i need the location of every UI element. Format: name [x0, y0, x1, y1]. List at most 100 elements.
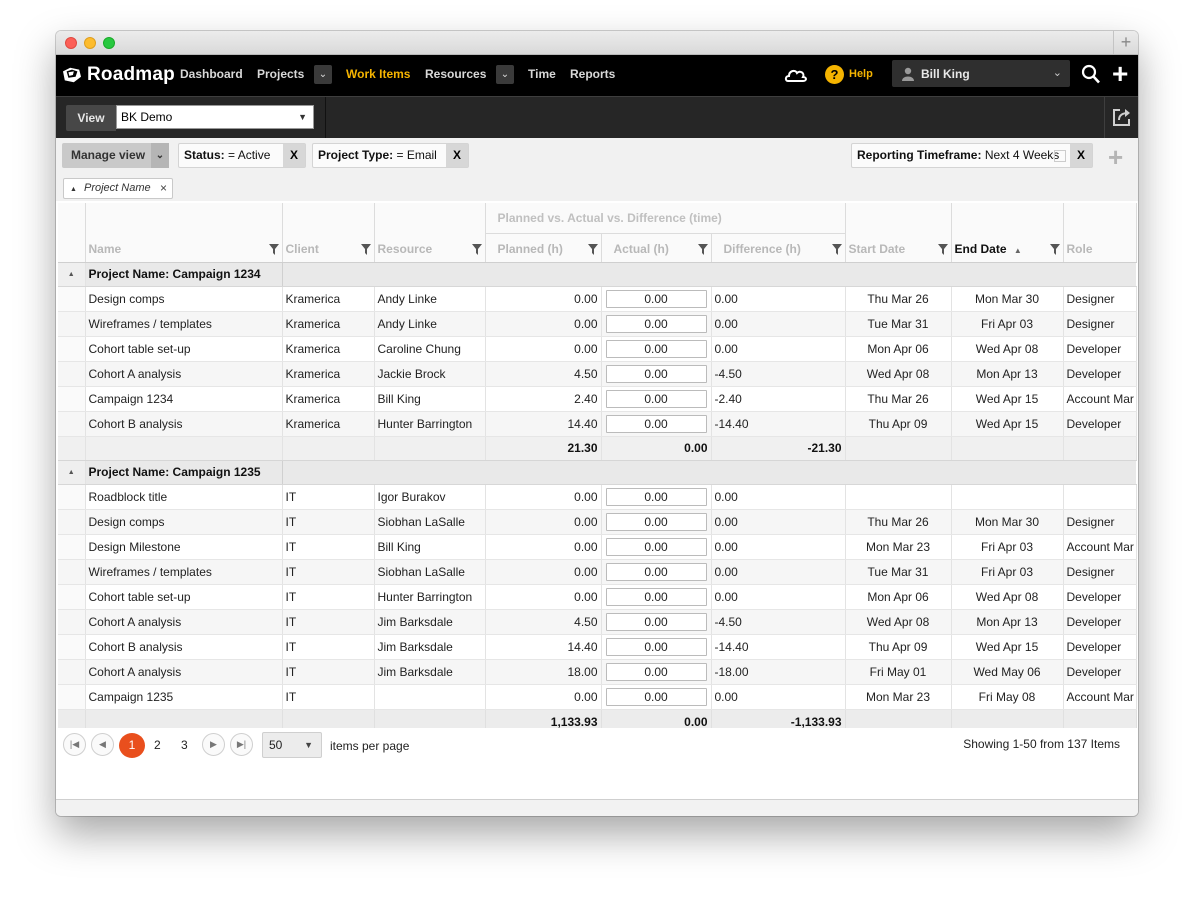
last-page-icon[interactable]: ▶|	[230, 733, 253, 756]
resources-menu-chevron-icon[interactable]: ⌄	[496, 65, 514, 84]
actual-hours-input[interactable]: 0.00	[605, 612, 707, 631]
top-navigation: Roadmap Dashboard Projects ⌄ Work Items …	[56, 55, 1138, 96]
cell-end-date: Wed Apr 15	[951, 386, 1064, 412]
items-per-page-select[interactable]: 50 ▼	[262, 732, 322, 758]
column-header-name[interactable]: Name	[85, 203, 283, 263]
filter-icon[interactable]	[360, 243, 371, 255]
remove-filter-button[interactable]: X	[1070, 144, 1092, 167]
actual-hours-input[interactable]: 0.00	[605, 562, 707, 581]
column-header-start-date[interactable]: Start Date	[845, 203, 952, 263]
cell-role: Developer	[1063, 584, 1137, 610]
table-row[interactable]: Cohort B analysis Kramerica Hunter Barring…	[58, 411, 1137, 437]
brand-logo[interactable]: Roadmap	[60, 63, 175, 87]
table-row[interactable]: Design comps IT Siobhan LaSalle 0.00 0.00 0.0…	[58, 509, 1137, 535]
filter-chip-reporting-timeframe[interactable]: Reporting Timeframe: Next 4 Weeks X	[851, 143, 1093, 168]
collapse-group-icon[interactable]: ▲	[58, 460, 86, 485]
search-icon[interactable]	[1081, 64, 1101, 85]
collapse-group-icon[interactable]: ▲	[58, 262, 86, 287]
cell-start-date: Thu Mar 26	[845, 509, 952, 535]
table-row[interactable]: Cohort A analysis IT Jim Barksdale 18.00 0.0…	[58, 659, 1137, 685]
next-page-icon[interactable]: ▶	[202, 733, 225, 756]
column-header-actual[interactable]: Actual (h)	[601, 233, 712, 263]
actual-hours-input[interactable]: 0.00	[605, 339, 707, 358]
actual-hours-input[interactable]: 0.00	[605, 314, 707, 333]
column-header-resource[interactable]: Resource	[374, 203, 486, 263]
group-header-fill	[282, 262, 1137, 287]
remove-filter-button[interactable]: X	[283, 144, 305, 167]
nav-time[interactable]: Time	[528, 67, 556, 81]
nav-dashboard[interactable]: Dashboard	[180, 67, 243, 81]
cloud-sync-icon[interactable]	[784, 65, 808, 85]
filter-icon[interactable]	[937, 243, 948, 255]
table-row[interactable]: Design comps Kramerica Andy Linke 0.00 0.00 0…	[58, 286, 1137, 312]
cell-start-date: Mon Mar 23	[845, 684, 952, 710]
remove-group-by-button[interactable]: ×	[160, 179, 167, 198]
column-header-role[interactable]: Role	[1063, 203, 1137, 263]
manage-view-button[interactable]: Manage view ⌄	[62, 143, 169, 168]
group-header-row[interactable]: ▲ Project Name: Campaign 1235	[58, 460, 1137, 485]
actual-hours-input[interactable]: 0.00	[605, 414, 707, 433]
table-row[interactable]: Wireframes / templates IT Siobhan LaSalle 0…	[58, 559, 1137, 585]
first-page-icon[interactable]: |◀	[63, 733, 86, 756]
table-row[interactable]: Cohort B analysis IT Jim Barksdale 14.40 0.0…	[58, 634, 1137, 660]
table-row[interactable]: Cohort A analysis IT Jim Barksdale 4.50 0.00…	[58, 609, 1137, 635]
page-link[interactable]: 2	[154, 738, 161, 752]
actual-hours-input[interactable]: 0.00	[605, 389, 707, 408]
remove-filter-button[interactable]: X	[446, 144, 468, 167]
minimize-window-button[interactable]	[84, 37, 96, 49]
group-by-chip[interactable]: ▲ Project Name ×	[63, 178, 173, 199]
previous-page-icon[interactable]: ◀	[91, 733, 114, 756]
chevron-down-icon[interactable]: ⌄	[151, 143, 169, 168]
column-header-end-date[interactable]: End Date ▲	[951, 203, 1064, 263]
user-menu[interactable]: Bill King ⌄	[892, 60, 1070, 87]
view-select[interactable]: BK Demo ▼	[116, 105, 314, 129]
actual-hours-input[interactable]: 0.00	[605, 662, 707, 681]
nav-reports[interactable]: Reports	[570, 67, 615, 81]
actual-hours-input[interactable]: 0.00	[605, 537, 707, 556]
actual-hours-input[interactable]: 0.00	[605, 487, 707, 506]
table-row[interactable]: Cohort table set-up Kramerica Caroline Chu…	[58, 336, 1137, 362]
actual-hours-input[interactable]: 0.00	[605, 687, 707, 706]
actual-hours-input[interactable]: 0.00	[605, 587, 707, 606]
table-row[interactable]: Campaign 1235 IT 0.00 0.00 0.00 Mon Mar 23 Fri…	[58, 684, 1137, 710]
filter-icon[interactable]	[697, 243, 708, 255]
close-window-button[interactable]	[65, 37, 77, 49]
filter-icon[interactable]	[587, 243, 598, 255]
projects-menu-chevron-icon[interactable]: ⌄	[314, 65, 332, 84]
filter-icon[interactable]	[831, 243, 842, 255]
actual-hours-input[interactable]: 0.00	[605, 637, 707, 656]
page-link[interactable]: 3	[181, 738, 188, 752]
filter-chip-project-type[interactable]: Project Type: = Email X	[312, 143, 469, 168]
work-items-grid: Name Client Resource Planned vs. Actual …	[58, 203, 1137, 735]
column-header-planned[interactable]: Planned (h)	[485, 233, 602, 263]
cell-role: Designer	[1063, 311, 1137, 337]
actual-hours-input[interactable]: 0.00	[605, 364, 707, 383]
table-row[interactable]: Design Milestone IT Bill King 0.00 0.00 0.00 M…	[58, 534, 1137, 560]
group-header-row[interactable]: ▲ Project Name: Campaign 1234	[58, 262, 1137, 287]
table-row[interactable]: Campaign 1234 Kramerica Bill King 2.40 0.00-…	[58, 386, 1137, 412]
table-row[interactable]: Wireframes / templates Kramerica Andy Link…	[58, 311, 1137, 337]
column-header-difference[interactable]: Difference (h)	[711, 233, 846, 263]
help-link[interactable]: Help	[849, 68, 873, 80]
help-icon[interactable]: ?	[825, 65, 844, 84]
sort-ascending-icon: ▲	[1013, 245, 1022, 255]
current-page[interactable]: 1	[119, 733, 145, 758]
nav-resources[interactable]: Resources	[425, 67, 486, 81]
table-row[interactable]: Cohort table set-up IT Hunter Barrington 0.…	[58, 584, 1137, 610]
actual-hours-input[interactable]: 0.00	[605, 289, 707, 308]
zoom-window-button[interactable]	[103, 37, 115, 49]
filter-icon[interactable]	[471, 243, 482, 255]
actual-hours-input[interactable]: 0.00	[605, 512, 707, 531]
create-new-button[interactable]: +	[1112, 59, 1128, 89]
add-filter-button[interactable]: +	[1108, 144, 1123, 170]
column-header-client[interactable]: Client	[282, 203, 375, 263]
nav-work-items[interactable]: Work Items	[346, 67, 410, 81]
export-button[interactable]	[1104, 97, 1138, 139]
filter-icon[interactable]	[268, 243, 279, 255]
table-row[interactable]: Cohort A analysis Kramerica Jackie Brock 4.…	[58, 361, 1137, 387]
nav-projects[interactable]: Projects	[257, 67, 304, 81]
table-row[interactable]: Roadblock title IT Igor Burakov 0.00 0.00 0.0…	[58, 484, 1137, 510]
filter-icon[interactable]	[1049, 243, 1060, 255]
filter-chip-status[interactable]: Status: = Active X	[178, 143, 306, 168]
new-tab-button[interactable]: +	[1113, 31, 1138, 54]
